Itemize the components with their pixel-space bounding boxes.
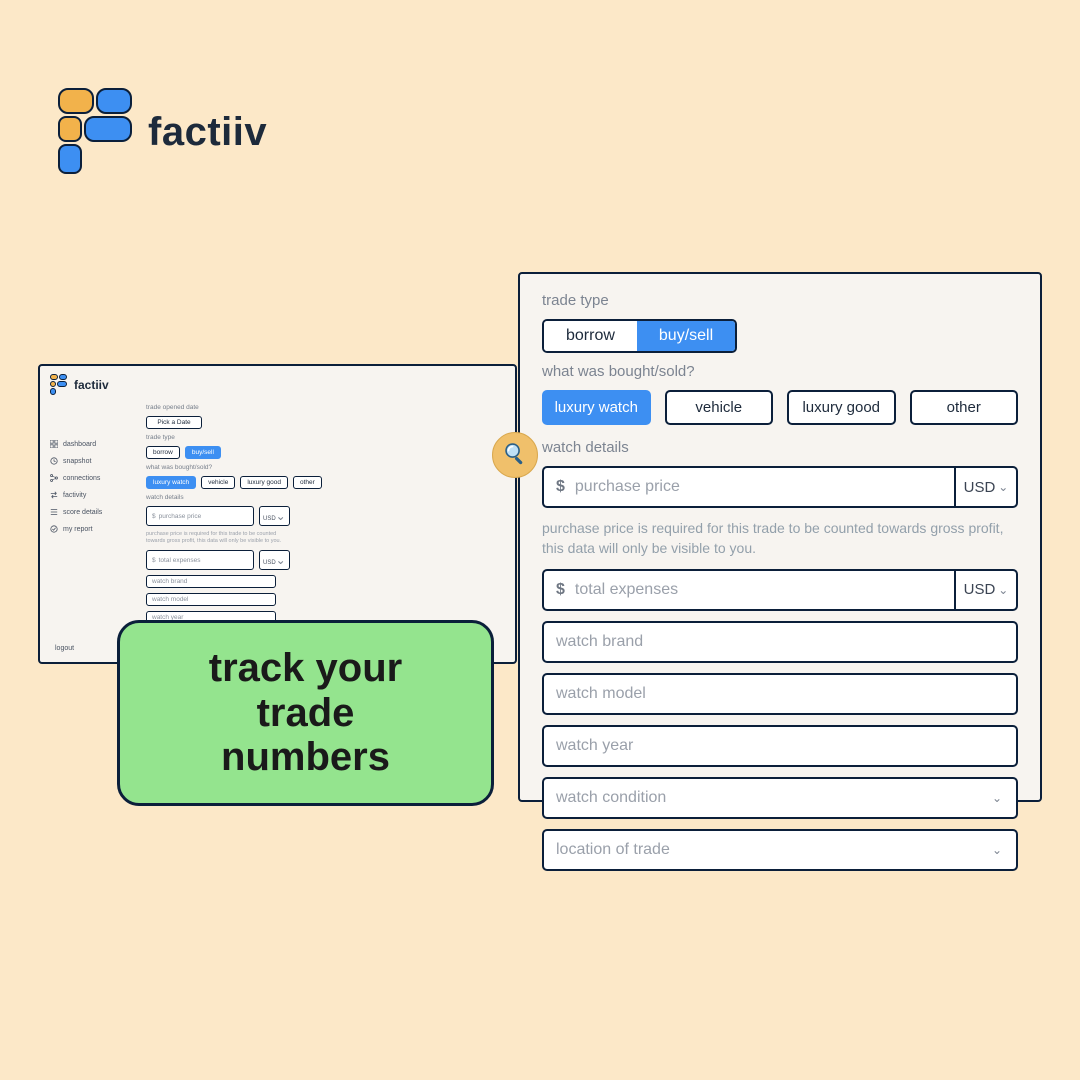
watch-details-label: watch details [146,494,501,501]
sidebar-item-label: connections [63,475,100,482]
logo-mark [58,88,130,176]
tab-borrow[interactable]: borrow [146,446,180,459]
input-placeholder: watch year [556,737,633,755]
input-placeholder: watch brand [556,633,643,651]
input-placeholder: watch condition [556,789,666,807]
sidebar-item-label: factivity [63,492,86,499]
purchase-price-input[interactable]: $ purchase price [542,466,954,508]
currency-select[interactable]: USD⌄ [954,569,1018,611]
what-bought-label: what was bought/sold? [146,464,501,471]
watch-brand-input[interactable]: watch brand [146,575,276,588]
sidebar-item-label: my report [63,526,93,533]
input-placeholder: total expenses [575,581,678,599]
tab-buysell[interactable]: buy/sell [185,446,221,459]
trade-type-label: trade type [146,434,501,441]
logo-mark-small [50,374,68,396]
sidebar-item-label: snapshot [63,458,91,465]
chip-luxury-watch[interactable]: luxury watch [542,390,651,425]
location-select[interactable]: location of trade ⌄ [542,829,1018,871]
magnifier-badge [492,432,538,478]
what-bought-label: what was bought/sold? [542,363,1018,380]
watch-model-input[interactable]: watch model [542,673,1018,715]
sidebar-item-dashboard[interactable]: dashboard [50,440,138,448]
opened-date-label: trade opened date [146,404,501,411]
dollar-icon: $ [556,581,565,599]
purchase-help-text: purchase price is required for this trad… [542,518,1018,559]
watch-condition-select[interactable]: watch condition ⌄ [542,777,1018,819]
trade-type-tabs: borrow buy/sell [542,319,737,353]
callout-card: track your trade numbers [117,620,494,806]
trade-type-label: trade type [542,292,1018,309]
total-expenses-input[interactable]: $ total expenses [542,569,954,611]
sidebar-item-label: score details [63,509,102,516]
brand-name: factiiv [148,110,267,155]
chip-luxury-good[interactable]: luxury good [787,390,896,425]
app-header: factiiv [50,374,505,396]
chevron-down-icon: ⌄ [998,480,1008,494]
list-icon [50,508,58,516]
sidebar-item-label: dashboard [63,441,96,448]
search-icon [502,440,528,471]
purchase-help-text: purchase price is required for this trad… [146,531,286,545]
purchase-price-input[interactable]: $purchase price [146,506,254,526]
chip-luxury-good[interactable]: luxury good [240,476,288,489]
callout-text: track your trade numbers [209,646,402,780]
pick-date-button[interactable]: Pick a Date [146,416,202,429]
tab-buysell[interactable]: buy/sell [637,321,735,351]
sidebar-item-report[interactable]: my report [50,525,138,533]
dollar-icon: $ [556,478,565,496]
trade-form-detail: trade type borrow buy/sell what was boug… [518,272,1042,802]
chevron-down-icon: ⌄ [992,843,1002,857]
sidebar-item-factivity[interactable]: factivity [50,491,138,499]
logout-label: logout [55,645,74,652]
check-circle-icon [50,525,58,533]
currency-select[interactable]: USD⌄ [954,466,1018,508]
sidebar-item-connections[interactable]: connections [50,474,138,482]
watch-model-input[interactable]: watch model [146,593,276,606]
hero-logo: factiiv [58,88,267,176]
chip-other[interactable]: other [293,476,322,489]
clock-icon [50,457,58,465]
arrows-icon [50,491,58,499]
grid-icon [50,440,58,448]
connections-icon [50,474,58,482]
input-placeholder: location of trade [556,841,670,859]
sidebar: dashboard snapshot connections factivity… [50,404,138,658]
tab-borrow[interactable]: borrow [544,321,637,351]
chevron-down-icon: ⌄ [998,583,1008,597]
input-placeholder: watch model [556,685,646,703]
chip-vehicle[interactable]: vehicle [665,390,774,425]
total-expenses-input[interactable]: $total expenses [146,550,254,570]
watch-year-input[interactable]: watch year [542,725,1018,767]
watch-brand-input[interactable]: watch brand [542,621,1018,663]
chevron-down-icon: ⌄ [992,791,1002,805]
app-window-small: factiiv dashboard snapshot connections [38,364,517,664]
sidebar-item-snapshot[interactable]: snapshot [50,457,138,465]
watch-details-label: watch details [542,439,1018,456]
chip-other[interactable]: other [910,390,1019,425]
input-placeholder: purchase price [575,478,680,496]
currency-select[interactable]: USD⌄ [259,506,290,526]
sidebar-item-score[interactable]: score details [50,508,138,516]
brand-name-small: factiiv [74,378,109,392]
chip-luxury-watch[interactable]: luxury watch [146,476,196,489]
chip-vehicle[interactable]: vehicle [201,476,235,489]
currency-select[interactable]: USD⌄ [259,550,290,570]
